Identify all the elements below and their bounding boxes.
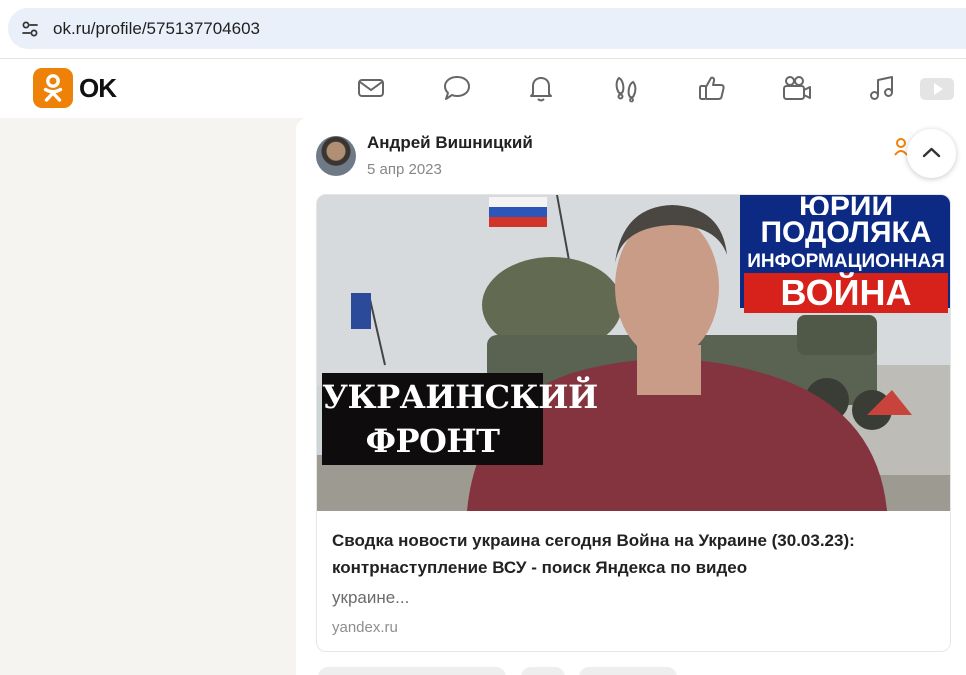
post-date[interactable]: 5 апр 2023 [367,161,442,178]
thumbnail-caption-right-line: ВОЙНА [744,273,948,313]
author-name[interactable]: Андрей Вишницкий [367,133,533,153]
site-header: OK [0,58,966,118]
post-action-chip[interactable] [579,667,677,675]
preview-domain: yandex.ru [332,619,398,636]
chat-icon[interactable] [441,72,473,104]
video-play-icon[interactable] [916,72,966,104]
left-sidebar [0,118,296,675]
thumbnail-caption-left: УКРАИНСКИЙ ФРОНТ [322,373,598,465]
address-bar[interactable]: ok.ru/profile/575137704603 [8,8,966,49]
music-icon[interactable] [866,72,898,104]
thumbnail-caption-right-line: ИНФОРМАЦИОННАЯ [747,251,945,272]
browser-toolbar: ok.ru/profile/575137704603 [0,0,966,58]
ok-logo-icon[interactable] [33,68,73,108]
tune-icon[interactable] [20,19,40,39]
feed-post: Андрей Вишницкий 5 апр 2023 УКРАИНСКИЙ Ф… [296,118,966,675]
scroll-to-top-button[interactable] [907,129,956,178]
post-action-chip[interactable] [318,667,506,675]
chevron-up-icon [922,147,941,158]
link-preview[interactable]: УКРАИНСКИЙ ФРОНТ ЮРИЙ ПОДОЛЯКА ИНФОРМАЦИ… [316,194,951,652]
thumbnail-caption-right-line: ПОДОЛЯКА [760,216,932,249]
preview-thumbnail[interactable]: УКРАИНСКИЙ ФРОНТ ЮРИЙ ПОДОЛЯКА ИНФОРМАЦИ… [317,195,950,511]
bell-icon[interactable] [525,72,557,104]
thumbnail-caption-right: ЮРИЙ ПОДОЛЯКА ИНФОРМАЦИОННАЯ ВОЙНА [740,195,950,313]
mail-icon[interactable] [355,72,387,104]
video-camera-icon[interactable] [781,72,813,104]
thumbnail-caption-left-line: ФРОНТ [365,422,500,460]
thumbnail-caption-right-line: ЮРИЙ [798,195,894,215]
friend-icon[interactable] [894,137,908,157]
post-action-chip[interactable] [521,667,565,675]
logo-text[interactable]: OK [79,72,117,104]
thumbnail-caption-left-line: УКРАИНСКИЙ [322,378,598,416]
author-avatar[interactable] [316,136,356,176]
guests-icon[interactable] [611,72,643,104]
like-icon[interactable] [696,72,728,104]
preview-title[interactable]: Сводка новости украина сегодня Война на … [332,527,932,581]
url-text[interactable]: ok.ru/profile/575137704603 [53,19,260,39]
preview-description: украине... [332,588,410,607]
